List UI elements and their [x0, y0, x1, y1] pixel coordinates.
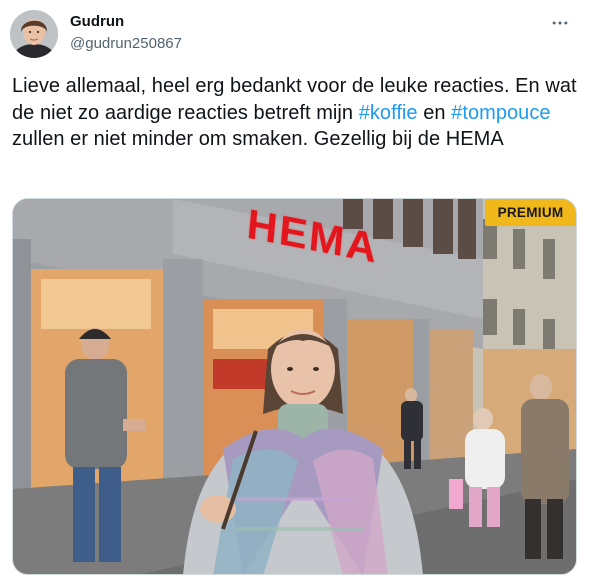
tweet-text: Lieve allemaal, heel erg bedankt voor de… — [12, 73, 578, 153]
hashtag-koffie-link[interactable]: #koffie — [359, 102, 418, 124]
author-names: Gudrun @gudrun250867 — [70, 10, 182, 54]
premium-badge: PREMIUM — [485, 199, 576, 226]
avatar[interactable] — [10, 10, 58, 58]
more-horizontal-icon — [552, 21, 568, 25]
hashtag-tompouce-link[interactable]: #tompouce — [451, 102, 550, 124]
author-display-name[interactable]: Gudrun — [70, 12, 182, 32]
avatar-photo — [10, 10, 58, 58]
author-handle[interactable]: @gudrun250867 — [70, 34, 182, 54]
tweet-text-part-3: zullen er niet minder om smaken. Gezelli… — [12, 128, 504, 150]
tweet-header: Gudrun @gudrun250867 — [10, 10, 580, 60]
tweet-media-photo[interactable]: HEMA PREMIUM — [12, 198, 577, 575]
tweet-text-part-2: en — [417, 101, 452, 124]
more-options-button[interactable] — [546, 12, 574, 34]
